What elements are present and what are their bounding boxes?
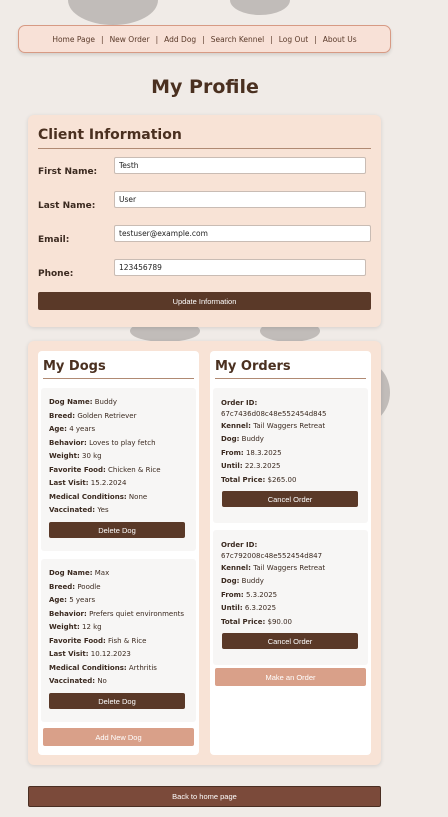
dog-breed-row: Breed: Golden Retriever [49,411,137,420]
make-an-order-button[interactable]: Make an Order [215,668,366,686]
nav-separator: | [270,34,273,44]
order-id-value: 67c792008c48e552454d847 [221,551,323,560]
dog-medical-row: Medical Conditions: None [49,492,148,501]
order-until-row: Until: 22.3.2025 [221,462,281,470]
delete-dog-button[interactable]: Delete Dog [49,693,185,709]
cancel-order-button[interactable]: Cancel Order [222,491,358,507]
first-name-field[interactable] [114,157,366,174]
nav-separator: | [155,34,159,44]
dog-visit-row: Last Visit: 10.12.2023 [49,650,131,658]
dog-vaccinated-row: Vaccinated: No [49,677,107,685]
my-dogs-panel: My Dogs Dog Name: Buddy Breed: Golden Re… [38,351,199,755]
last-name-label: Last Name: [38,201,96,211]
last-name-field[interactable] [114,191,366,208]
order-from-row: From: 5.3.2025 [221,590,278,599]
dog-behavior-row: Behavior: Prefers quiet environments [49,609,185,618]
dog-name-row: Dog Name: Buddy [49,398,118,406]
dog-visit-row: Last Visit: 15.2.2024 [49,479,127,487]
order-until-row: Until: 6.3.2025 [221,604,277,612]
dog-age-row: Age: 5 years [49,596,96,604]
order-id-value: 67c7436d08c48e552454d845 [221,409,327,418]
top-navbar: Home Page | New Order | Add Dog | Search… [18,25,391,53]
order-kennel-row: Kennel: Tail Waggers Retreat [221,563,326,572]
update-information-button[interactable]: Update Information [38,292,371,310]
page-title: My Profile [151,76,259,98]
my-dogs-heading: My Dogs [43,359,194,379]
back-to-home-button[interactable]: Back to home page [28,786,381,807]
delete-dog-button[interactable]: Delete Dog [49,522,185,538]
my-orders-heading: My Orders [215,359,366,379]
dog-medical-row: Medical Conditions: Arthritis [49,663,157,672]
email-field[interactable] [114,225,371,242]
client-information-card: Client Information First Name: Last Name… [28,115,381,327]
order-price-row: Total Price: $265.00 [221,475,297,484]
first-name-label: First Name: [38,167,98,177]
dog-age-row: Age: 4 years [49,425,96,433]
order-kennel-row: Kennel: Tail Waggers Retreat [221,421,326,430]
add-new-dog-button[interactable]: Add New Dog [43,728,194,746]
order-card: Order ID: 67c792008c48e552454d847 Kennel… [213,530,368,665]
nav-home-page[interactable]: Home Page [52,35,95,44]
phone-label: Phone: [38,269,74,279]
order-dog-row: Dog: Buddy [221,435,264,443]
nav-separator: | [314,34,317,44]
dog-vaccinated-row: Vaccinated: Yes [49,506,109,514]
phone-field[interactable] [114,259,366,276]
dog-breed-row: Breed: Poodle [49,582,101,591]
dog-card: Dog Name: Max Breed: Poodle Age: 5 years… [41,559,196,722]
dogs-orders-card: My Dogs Dog Name: Buddy Breed: Golden Re… [28,341,381,765]
dog-name-row: Dog Name: Max [49,569,110,577]
order-card: Order ID: 67c7436d08c48e552454d845 Kenne… [213,388,368,523]
dog-card: Dog Name: Buddy Breed: Golden Retriever … [41,388,196,551]
client-information-heading: Client Information [38,127,371,149]
my-orders-panel: My Orders Order ID: 67c7436d08c48e552454… [210,351,371,755]
nav-separator: | [202,34,205,44]
nav-add-dog[interactable]: Add Dog [164,35,196,44]
dog-food-row: Favorite Food: Fish & Rice [49,636,147,645]
order-from-row: From: 18.3.2025 [221,448,282,457]
nav-separator: | [101,34,104,44]
cancel-order-button[interactable]: Cancel Order [222,633,358,649]
order-price-row: Total Price: $90.00 [221,617,292,626]
nav-log-out[interactable]: Log Out [279,35,308,44]
order-dog-row: Dog: Buddy [221,577,264,585]
nav-search-kennel[interactable]: Search Kennel [211,35,265,44]
dog-weight-row: Weight: 30 kg [49,452,102,460]
dog-weight-row: Weight: 12 kg [49,623,102,631]
nav-about-us[interactable]: About Us [323,35,357,44]
dog-behavior-row: Behavior: Loves to play fetch [49,438,156,447]
dog-food-row: Favorite Food: Chicken & Rice [49,465,161,474]
nav-new-order[interactable]: New Order [110,35,150,44]
email-label: Email: [38,235,70,245]
